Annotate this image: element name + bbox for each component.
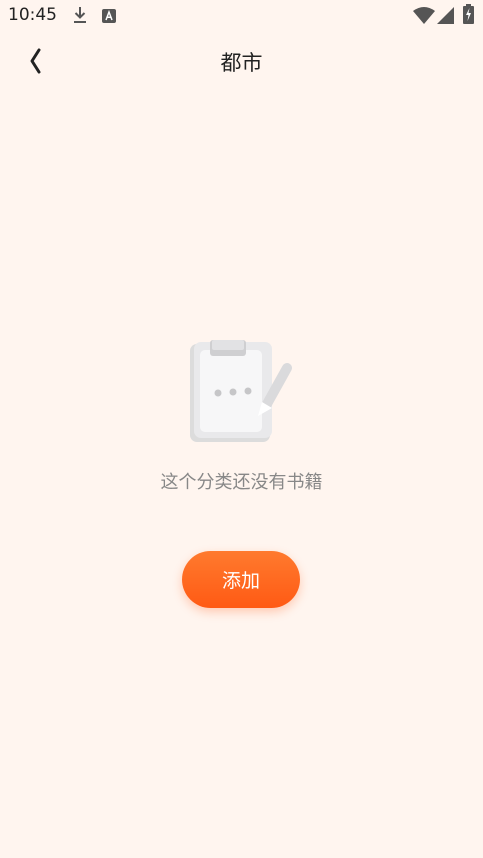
- wifi-icon: [413, 7, 435, 24]
- add-button[interactable]: 添加: [182, 551, 300, 608]
- empty-message: 这个分类还没有书籍: [160, 472, 323, 493]
- notepad-pencil-icon: [190, 340, 292, 442]
- page-title: 都市: [220, 51, 263, 75]
- status-bar: 10:45: [0, 0, 483, 32]
- status-time: 10:45: [8, 5, 57, 25]
- battery-charging-icon: [463, 4, 474, 24]
- a-badge-icon: [102, 9, 116, 23]
- title-bar: 都市: [0, 36, 483, 88]
- download-icon: [74, 7, 86, 23]
- signal-icon: [437, 7, 454, 24]
